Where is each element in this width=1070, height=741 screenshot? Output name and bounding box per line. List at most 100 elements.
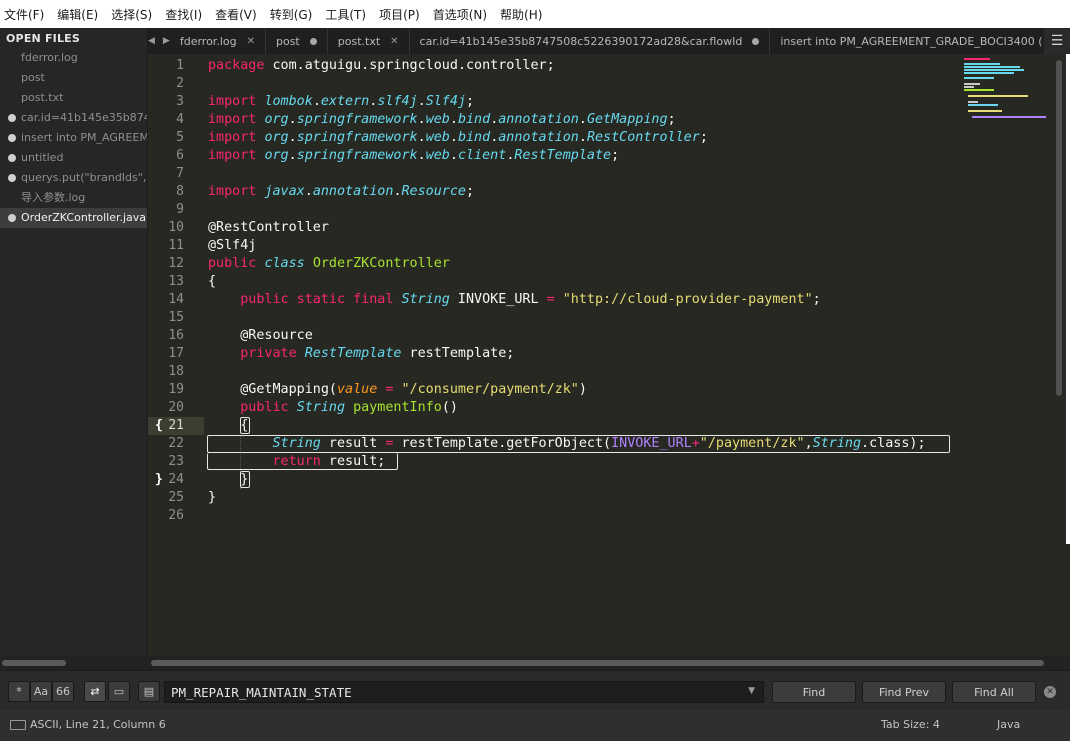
open-file-item[interactable]: insert into PM_AGREEMENT_ [0,128,147,148]
menu-item[interactable]: 首选项(N) [433,6,487,23]
open-file-item[interactable]: fderror.log [0,48,147,68]
menu-item[interactable]: 选择(S) [111,6,152,23]
editor-tab[interactable]: post [266,28,328,54]
modified-dot-icon [8,134,16,142]
code-line-22: String result = restTemplate.getForObjec… [272,436,926,451]
open-file-item[interactable]: post.txt [0,88,147,108]
find-button[interactable]: Find [772,681,856,703]
in-selection-icon: ▭ [113,685,125,698]
menu-item[interactable]: 工具(T) [325,6,366,23]
line-number: 12 [168,256,184,271]
editor-tab[interactable]: post.txt ✕ [328,28,410,54]
highlight-icon: ▤ [143,685,155,698]
minimap-line [968,104,998,106]
line-number: 19 [168,382,184,397]
code-line-10: @RestController [208,220,329,235]
menu-item[interactable]: 文件(F) [4,6,44,23]
close-find-icon[interactable]: ✕ [1044,686,1056,698]
modified-dot-icon [8,154,16,162]
tab-nav-arrows[interactable]: ◀ ▶ [148,28,170,54]
line-number-gutter: 1 2 3 4 5 6 7 8 9 10 11 12 13 14 15 16 17 18 19 20 21{22 23 24… [148,57,204,525]
regex-toggle[interactable]: * [8,681,30,702]
editor-tab[interactable]: fderror.log ✕ [170,28,266,54]
menu-item[interactable]: 查看(V) [215,6,257,23]
case-sensitive-toggle[interactable]: Aa [30,681,52,702]
open-file-label: OrderZKController.java [21,211,147,224]
modified-dot-icon [8,214,16,222]
minimap-line [964,63,1000,65]
horizontal-scroll-area [0,656,1070,670]
syntax-mode[interactable]: Java [997,718,1020,731]
menu-item[interactable]: 项目(P) [379,6,420,23]
find-all-button[interactable]: Find All [952,681,1036,703]
line-number: 15 [168,310,184,325]
highlight-matches-toggle[interactable]: ▤ [138,681,160,702]
line-number: 10 [168,220,184,235]
tab-label: car.id=41b145e35b8747508c5226390172ad28&… [419,34,743,48]
tab-scroll-right-icon[interactable]: ▶ [163,36,170,46]
open-file-item[interactable]: post [0,68,147,88]
fold-marker-icon[interactable]: } [155,471,163,489]
unsaved-dot-icon[interactable] [752,37,760,45]
line-number: 8 [176,184,184,199]
tab-size[interactable]: Tab Size: 4 [881,718,940,731]
close-tab-icon[interactable]: ✕ [247,36,255,47]
wrap-toggle[interactable]: ⇄ [84,681,106,702]
tab-scroll-left-icon[interactable]: ◀ [148,36,155,46]
unsaved-dot-icon[interactable] [309,37,317,45]
code-line-19: @GetMapping(value = "/consumer/payment/z… [240,382,587,397]
open-file-item[interactable]: untitled [0,148,147,168]
status-bar: ASCII, Line 21, Column 6 Tab Size: 4 Jav… [0,710,1070,741]
open-file-item[interactable]: querys.put("brandIds", brandIds [0,168,147,188]
line-number: 9 [176,202,184,217]
minimap-line [964,89,994,91]
wrap-icon: ⇄ [90,685,100,698]
sidebar-horizontal-scrollbar[interactable] [2,660,66,666]
minimap[interactable] [964,58,1054,118]
code-line-13: { [208,274,217,289]
open-file-label: querys.put("brandIds", brandIds [21,171,147,184]
line-number: 16 [168,328,184,343]
code-line-3: import lombok.extern.slf4j.Slf4j; [208,94,475,109]
line-number: 3 [176,94,184,109]
menu-item[interactable]: 帮助(H) [500,6,542,23]
menu-item[interactable]: 查找(I) [165,6,202,23]
editor-horizontal-scrollbar[interactable] [151,660,1044,666]
find-input-box: ▼ [164,681,764,703]
code-area[interactable]: package com.atguigu.springcloud.controll… [208,57,968,525]
code-line-5: import org.springframework.web.bind.anno… [208,130,708,145]
code-line-23: return result; [272,454,386,469]
find-history-dropdown-icon[interactable]: ▼ [748,686,755,696]
line-number: 22 [168,436,184,451]
minimap-line [964,66,1020,68]
vertical-scrollbar[interactable] [1056,60,1062,396]
menu-item[interactable]: 转到(G) [270,6,313,23]
in-selection-toggle[interactable]: ▭ [108,681,130,702]
close-tab-icon[interactable]: ✕ [390,36,398,47]
minimap-line [964,77,994,79]
editor-tab[interactable]: insert into PM_AGREEMENT_GRADE_BOCI3400 … [770,28,1070,54]
panel-toggle-icon[interactable] [10,720,26,730]
editor-tab[interactable]: car.id=41b145e35b8747508c5226390172ad28&… [410,28,771,54]
tab-label: fderror.log [179,34,237,48]
fold-marker-icon[interactable]: { [155,417,163,435]
tab-label: post.txt [337,34,381,48]
editor[interactable]: 1 2 3 4 5 6 7 8 9 10 11 12 13 14 15 16 17 18 19 20 21{22 23 24… [148,54,1070,658]
find-prev-button[interactable]: Find Prev [862,681,946,703]
open-file-label: car.id=41b145e35b8747508 [21,111,147,124]
line-number: 2 [176,76,184,91]
code-line-14: public static final String INVOKE_URL = … [240,292,821,307]
open-file-item[interactable]: car.id=41b145e35b8747508 [0,108,147,128]
minimap-line [964,69,1024,71]
open-file-label: fderror.log [21,51,78,64]
open-file-item[interactable]: 导入参数.log [0,188,147,208]
find-input[interactable] [171,684,731,700]
code-line-16: @Resource [240,328,313,343]
line-number: 25 [168,490,184,505]
tab-menu-icon[interactable]: ☰ [1044,28,1070,54]
menu-item[interactable]: 编辑(E) [57,6,98,23]
open-file-item[interactable]: OrderZKController.java [0,208,147,228]
whole-word-toggle[interactable]: 66 [52,681,74,702]
